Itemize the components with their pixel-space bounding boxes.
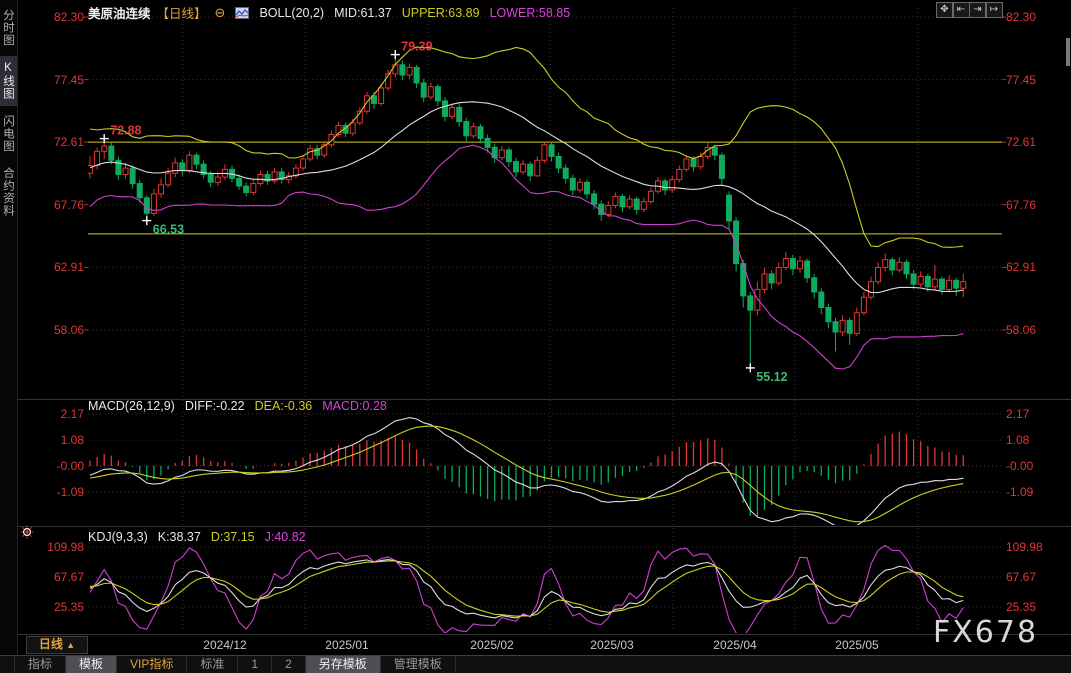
date-label: 2025/03 (590, 638, 633, 652)
axis-label: 72.61 (1006, 135, 1066, 149)
chart-xaxis-divider (17, 634, 1071, 635)
boll-mid-value: MID:61.37 (334, 6, 392, 20)
date-label: 2024/12 (203, 638, 246, 652)
macd-macd-value: MACD:0.28 (322, 399, 387, 413)
date-label: 2025/04 (713, 638, 756, 652)
axis-label: 67.76 (1006, 198, 1066, 212)
svg-text:72.88: 72.88 (110, 124, 141, 138)
axis-label: 25.35 (28, 600, 84, 614)
axis-label: -1.09 (1006, 485, 1066, 499)
axis-label: 1.08 (28, 433, 84, 447)
toolbar-item-标准[interactable]: 标准 (187, 656, 238, 673)
kdj-d-value: D:37.15 (211, 530, 255, 544)
watermark: FX678 (933, 615, 1038, 650)
axis-label: 58.06 (28, 323, 84, 337)
axis-label: 82.30 (1006, 10, 1066, 24)
period-up-arrow-icon: ▲ (66, 640, 75, 650)
jump-latest-button[interactable]: ↦ (986, 2, 1003, 18)
boll-label: BOLL(20,2) (259, 6, 324, 20)
axis-label: 67.76 (28, 198, 84, 212)
compress-left-button[interactable]: ⇤ (953, 2, 970, 18)
date-label: 2025/02 (470, 638, 513, 652)
svg-text:79.39: 79.39 (401, 40, 432, 54)
axis-label: 77.45 (28, 73, 84, 87)
boll-upper-value: UPPER:63.89 (402, 6, 480, 20)
svg-text:66.53: 66.53 (153, 223, 184, 237)
price-pane-header: 美原油连续 【日线】 ⊖ BOLL(20,2) MID:61.37 UPPER:… (88, 3, 570, 22)
date-label: 2025/05 (835, 638, 878, 652)
axis-label: 72.61 (28, 135, 84, 149)
axis-label: -0.00 (1006, 459, 1066, 473)
axis-label: 62.91 (28, 260, 84, 274)
pan-button[interactable]: ✥ (936, 2, 953, 18)
period-selector[interactable]: 日线 ▲ (26, 636, 88, 654)
axis-label: 62.91 (1006, 260, 1066, 274)
macd-dea-value: DEA:-0.36 (255, 399, 313, 413)
macd-title: MACD(26,12,9) (88, 399, 175, 413)
scrollbar-thumb[interactable] (1066, 38, 1070, 66)
toolbar-item-指标[interactable]: 指标 (15, 656, 66, 673)
axis-label: 67.67 (1006, 570, 1066, 584)
macd-pane-header: MACD(26,12,9) DIFF:-0.22 DEA:-0.36 MACD:… (88, 399, 387, 413)
kdj-j-value: J:40.82 (265, 530, 306, 544)
axis-label: 109.98 (28, 540, 84, 554)
macd-diff-value: DIFF:-0.22 (185, 399, 245, 413)
macd-kdj-divider (17, 526, 1071, 527)
axis-label: 67.67 (28, 570, 84, 584)
axis-label: 58.06 (1006, 323, 1066, 337)
toolbar-item-VIP指标[interactable]: VIP指标 (117, 656, 187, 673)
toolbar-item-2[interactable]: 2 (272, 656, 306, 673)
axis-label: -0.00 (28, 459, 84, 473)
period-tag: 【日线】 (157, 3, 207, 22)
axis-label: -1.09 (28, 485, 84, 499)
collapse-icon[interactable]: ⊖ (215, 5, 226, 21)
boll-lower-value: LOWER:58.85 (490, 6, 571, 20)
toolbar-item-另存模板[interactable]: 另存模板 (306, 656, 381, 673)
period-selector-label: 日线 (39, 637, 63, 651)
chart-canvas[interactable]: 72.88 79.39 66.53 55.12 (0, 0, 1071, 673)
boll-chart-icon (235, 7, 249, 19)
expand-right-button[interactable]: ⇥ (969, 2, 986, 18)
toolbar-item-模板[interactable]: 模板 (66, 656, 117, 673)
axis-label: 1.08 (1006, 433, 1066, 447)
date-label: 2025/01 (325, 638, 368, 652)
axis-label: 2.17 (28, 407, 84, 421)
kdj-pane-header: KDJ(9,3,3) K:38.37 D:37.15 J:40.82 (88, 530, 306, 544)
kdj-title: KDJ(9,3,3) (88, 530, 148, 544)
axis-label: 82.30 (28, 10, 84, 24)
svg-text:55.12: 55.12 (756, 370, 787, 384)
toolbar-item-管理模板[interactable]: 管理模板 (381, 656, 456, 673)
axis-label: 25.35 (1006, 600, 1066, 614)
indicator-settings-icon[interactable] (20, 525, 34, 544)
axis-label: 2.17 (1006, 407, 1066, 421)
toolbar-item-1[interactable]: 1 (238, 656, 272, 673)
axis-label: 77.45 (1006, 73, 1066, 87)
toolbar-spacer (0, 656, 15, 673)
kdj-k-value: K:38.37 (158, 530, 201, 544)
axis-label: 109.98 (1006, 540, 1066, 554)
bottom-toolbar: 指标模板VIP指标标准12另存模板管理模板 (0, 655, 1071, 673)
chart-app: 分时图K线图闪电图合约资料 美原油连续 【日线】 ⊖ BOLL(20,2) MI… (0, 0, 1071, 673)
symbol-title: 美原油连续 (88, 3, 151, 22)
